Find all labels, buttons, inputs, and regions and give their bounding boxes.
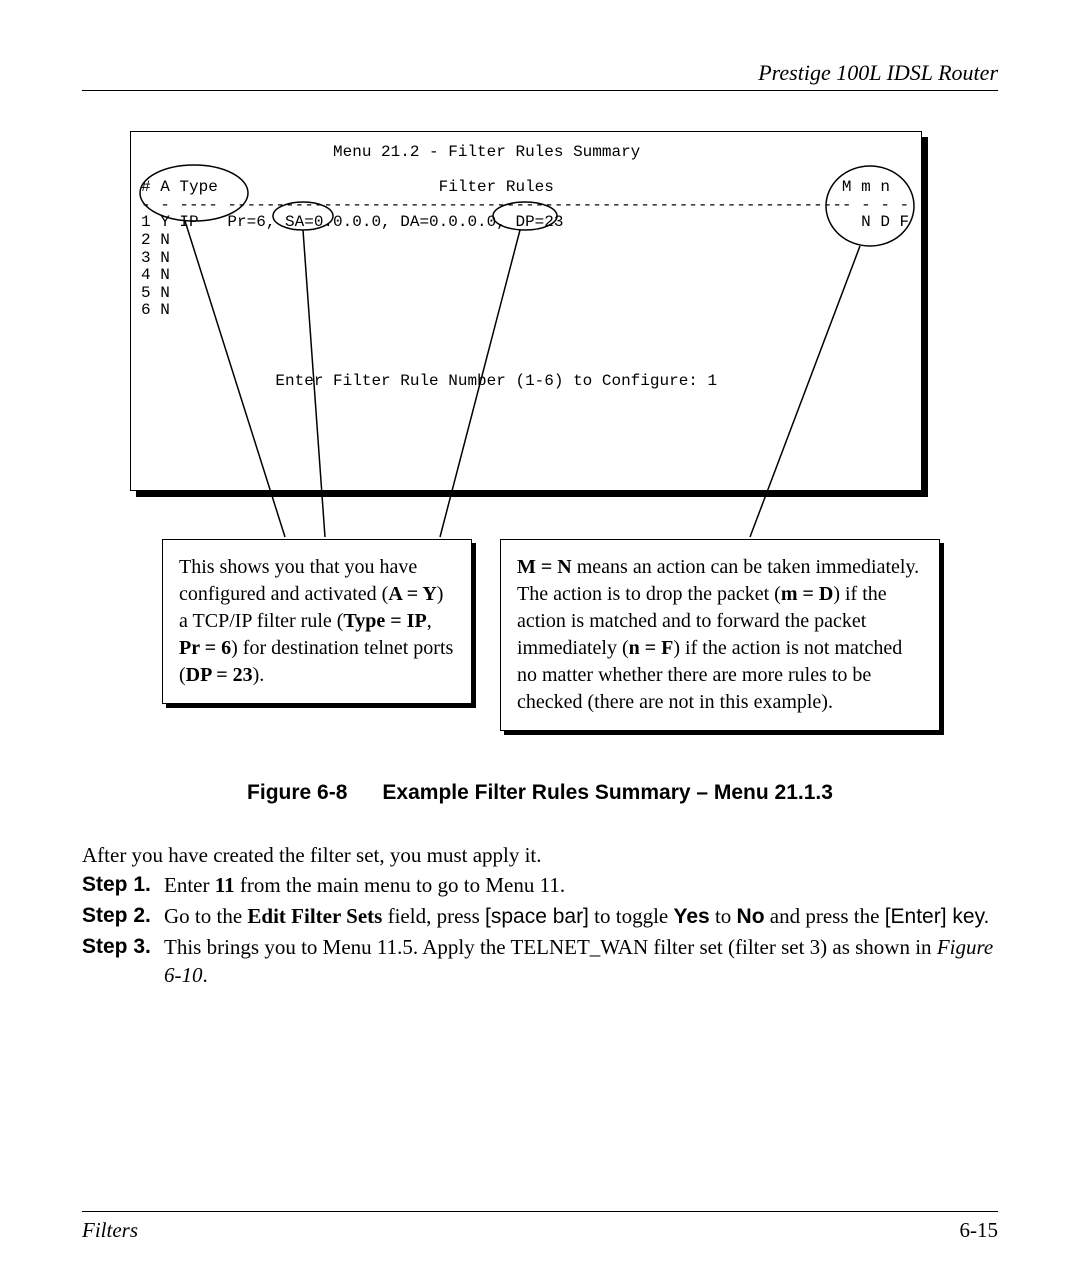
figure-caption: Figure 6-8 Example Filter Rules Summary … <box>82 781 998 805</box>
terminal-row-2: 2 N <box>141 231 170 249</box>
footer-rule <box>82 1211 998 1212</box>
footer-section: Filters <box>82 1218 138 1243</box>
steps: Step 1. Enter 11 from the main menu to g… <box>82 871 998 989</box>
figure-area: Menu 21.2 - Filter Rules Summary # A Typ… <box>130 131 950 751</box>
terminal-row-1: 1 Y IP Pr=6, SA=0.0.0.0, DA=0.0.0.0, DP=… <box>141 213 909 231</box>
step-1-body: Enter 11 from the main menu to go to Men… <box>164 871 998 899</box>
intro-text: After you have created the filter set, y… <box>82 841 998 869</box>
callout-right: M = N means an action can be taken immed… <box>500 539 940 731</box>
step-3-label: Step 3. <box>82 933 164 990</box>
terminal-title: Menu 21.2 - Filter Rules Summary <box>141 143 640 161</box>
terminal-row-3: 3 N <box>141 249 170 267</box>
terminal-row-5: 5 N <box>141 284 170 302</box>
step-2: Step 2. Go to the Edit Filter Sets field… <box>82 902 998 931</box>
step-3: Step 3. This brings you to Menu 11.5. Ap… <box>82 933 998 990</box>
terminal-sep: - - ---- -------------------------------… <box>141 196 909 214</box>
header-rule <box>82 90 998 91</box>
callout-left: This shows you that you have configured … <box>162 539 472 704</box>
callout-left-text: This shows you that you have configured … <box>179 556 417 605</box>
terminal-prompt: Enter Filter Rule Number (1-6) to Config… <box>141 372 717 390</box>
figure-caption-label: Figure 6-8 <box>247 781 347 804</box>
page-number: 6-15 <box>960 1218 999 1243</box>
terminal-columns: # A Type Filter Rules M m n <box>141 178 890 196</box>
figure-caption-text: Example Filter Rules Summary – Menu 21.1… <box>382 781 833 804</box>
step-3-body: This brings you to Menu 11.5. Apply the … <box>164 933 998 990</box>
terminal-box: Menu 21.2 - Filter Rules Summary # A Typ… <box>130 131 922 491</box>
step-1-label: Step 1. <box>82 871 164 899</box>
terminal-row-6: 6 N <box>141 301 170 319</box>
step-1: Step 1. Enter 11 from the main menu to g… <box>82 871 998 899</box>
terminal-row-4: 4 N <box>141 266 170 284</box>
step-2-label: Step 2. <box>82 902 164 931</box>
running-header: Prestige 100L IDSL Router <box>82 60 998 86</box>
footer: Filters 6-15 <box>82 1211 998 1243</box>
step-2-body: Go to the Edit Filter Sets field, press … <box>164 902 998 931</box>
page: Prestige 100L IDSL Router Menu 21.2 - Fi… <box>0 0 1080 1281</box>
callout-right-text: M = N <box>517 556 572 578</box>
